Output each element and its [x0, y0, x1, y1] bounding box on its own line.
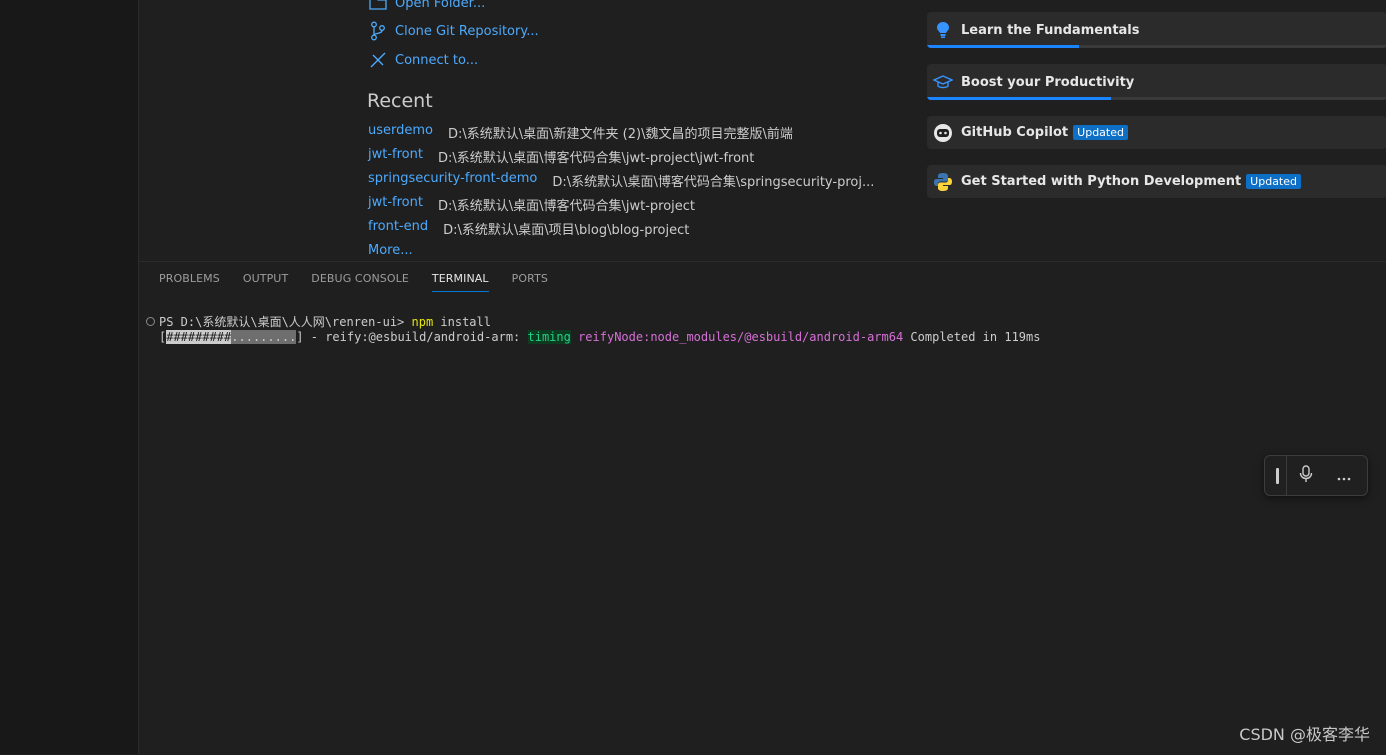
- status-prefix: - reify:@esbuild/android-arm:: [303, 330, 528, 344]
- open-folder-label: Open Folder...: [395, 0, 486, 11]
- drag-handle-icon[interactable]: [1276, 467, 1279, 484]
- recent-item-path: D:\系统默认\桌面\博客代码合集\springsecurity-proj...: [552, 175, 875, 190]
- mortarboard-icon: [933, 72, 953, 92]
- walkthrough-boost-productivity[interactable]: Boost your Productivity: [927, 64, 1386, 100]
- folder-icon: [368, 0, 388, 13]
- command-decoration-icon[interactable]: [146, 317, 155, 326]
- timing-label: timing: [527, 330, 571, 344]
- walkthrough-progress-fill: [927, 45, 1079, 48]
- progress-done: #########: [166, 330, 232, 344]
- more-actions-button[interactable]: [1325, 456, 1363, 495]
- microphone-icon: [1299, 464, 1313, 487]
- git-branch-icon: [368, 21, 388, 41]
- terminal-output-line: [#########.........] - reify:@esbuild/an…: [159, 330, 1040, 344]
- open-folder-link[interactable]: Open Folder...: [368, 0, 485, 13]
- recent-heading: Recent: [367, 90, 433, 112]
- watermark: CSDN @极客李华: [1239, 725, 1370, 744]
- terminal-command: npm: [411, 315, 434, 329]
- reify-node: reifyNode:node_modules/@esbuild/android-…: [570, 330, 904, 344]
- clone-git-repository-label: Clone Git Repository...: [395, 23, 539, 39]
- walkthrough-title: Learn the Fundamentals: [961, 22, 1140, 38]
- recent-item[interactable]: jwt-front D:\系统默认\桌面\博客代码合集\jwt-project\…: [368, 147, 754, 166]
- walkthrough-github-copilot[interactable]: GitHub Copilot Updated: [927, 116, 1386, 149]
- walkthrough-learn-fundamentals[interactable]: Learn the Fundamentals: [927, 12, 1386, 48]
- terminal-prompt-line: PS D:\系统默认\桌面\人人网\renren-ui> npm install: [159, 313, 491, 330]
- tab-output[interactable]: OUTPUT: [243, 272, 288, 292]
- recent-item[interactable]: front-end D:\系统默认\桌面\项目\blog\blog-projec…: [368, 219, 689, 238]
- clone-git-repository-link[interactable]: Clone Git Repository...: [368, 21, 539, 41]
- walkthrough-progress-fill: [927, 97, 1111, 100]
- terminal-command-args: install: [433, 315, 491, 329]
- progress-close: ]: [296, 330, 304, 344]
- recent-item-path: D:\系统默认\桌面\博客代码合集\jwt-project\jwt-front: [437, 151, 755, 166]
- connect-to-label: Connect to...: [395, 52, 479, 68]
- updated-badge: Updated: [1246, 174, 1301, 189]
- tab-terminal[interactable]: TERMINAL: [431, 272, 489, 292]
- tab-debug-console[interactable]: DEBUG CONSOLE: [311, 272, 409, 292]
- panel-tabs: PROBLEMS OUTPUT DEBUG CONSOLE TERMINAL P…: [159, 272, 571, 292]
- lightbulb-icon: [933, 20, 953, 40]
- tab-ports[interactable]: PORTS: [512, 272, 548, 292]
- connect-to-link[interactable]: Connect to...: [368, 50, 478, 70]
- recent-item-path: D:\系统默认\桌面\项目\blog\blog-project: [443, 223, 690, 238]
- tab-problems[interactable]: PROBLEMS: [159, 272, 220, 292]
- progress-remaining: .........: [231, 330, 297, 344]
- recent-more-link[interactable]: More...: [368, 243, 413, 258]
- walkthrough-title: GitHub Copilot: [961, 125, 1069, 140]
- walkthrough-progress: [927, 97, 1386, 100]
- bottom-panel: PROBLEMS OUTPUT DEBUG CONSOLE TERMINAL P…: [139, 261, 1386, 755]
- ellipsis-icon: [1337, 466, 1351, 485]
- voice-chat-widget: [1264, 455, 1368, 496]
- recent-item[interactable]: springsecurity-front-demo D:\系统默认\桌面\博客代…: [368, 171, 874, 190]
- walkthrough-title: Get Started with Python Development: [961, 174, 1242, 189]
- copilot-icon: [933, 123, 953, 143]
- recent-item-name[interactable]: userdemo: [368, 123, 433, 142]
- walkthrough-title: Boost your Productivity: [961, 74, 1135, 90]
- updated-badge: Updated: [1073, 125, 1128, 140]
- sidebar: [0, 0, 139, 754]
- python-icon: [933, 172, 953, 192]
- recent-item-name[interactable]: front-end: [368, 219, 428, 238]
- completed-text: Completed in 119ms: [903, 330, 1041, 344]
- walkthrough-python[interactable]: Get Started with Python Development Upda…: [927, 165, 1386, 198]
- recent-item-name[interactable]: jwt-front: [368, 195, 423, 214]
- microphone-button[interactable]: [1287, 456, 1325, 495]
- recent-item-path: D:\系统默认\桌面\新建文件夹 (2)\魏文昌的项目完整版\前端: [448, 127, 793, 142]
- walkthrough-progress: [927, 45, 1386, 48]
- recent-item-name[interactable]: jwt-front: [368, 147, 423, 166]
- terminal-prompt: PS D:\系统默认\桌面\人人网\renren-ui>: [159, 315, 412, 329]
- recent-item[interactable]: userdemo D:\系统默认\桌面\新建文件夹 (2)\魏文昌的项目完整版\…: [368, 123, 793, 142]
- recent-item-name[interactable]: springsecurity-front-demo: [368, 171, 537, 190]
- recent-item[interactable]: jwt-front D:\系统默认\桌面\博客代码合集\jwt-project: [368, 195, 695, 214]
- welcome-page: Open Folder... Clone Git Repository... C…: [139, 0, 1386, 261]
- recent-item-path: D:\系统默认\桌面\博客代码合集\jwt-project: [437, 199, 696, 214]
- remote-icon: [368, 50, 388, 70]
